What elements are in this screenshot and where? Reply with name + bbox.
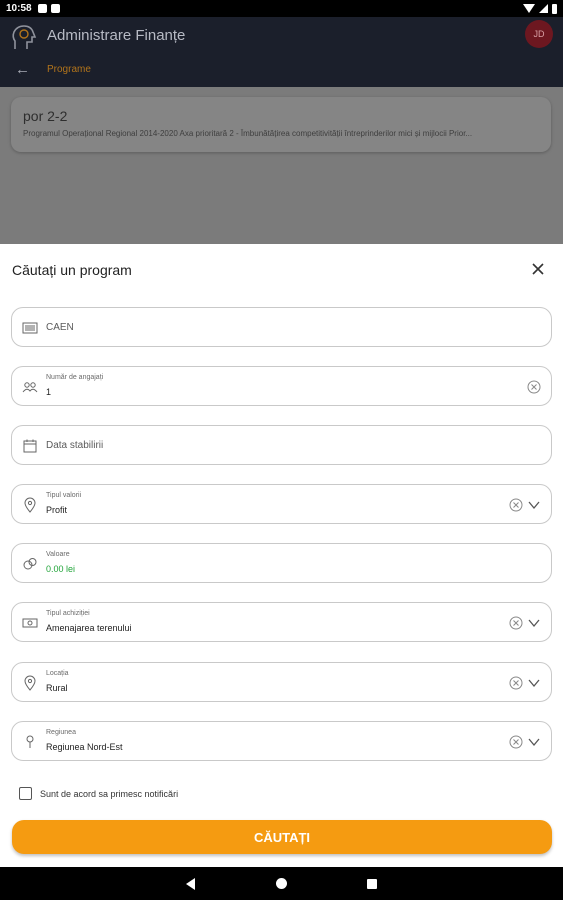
chevron-down-icon[interactable] [528,500,540,510]
acquisition-type-value: Amenajarea terenului [46,623,132,633]
location-field[interactable]: Locația Rural [11,662,552,702]
location-label: Locația [46,670,69,677]
acquisition-type-field[interactable]: Tipul achiziției Amenajarea terenului [11,602,552,642]
app-logo-icon [12,25,37,49]
location-pin-icon [24,497,36,513]
date-placeholder: Data stabilirii [46,440,104,451]
sheet-title: Căutați un program [12,262,132,278]
program-card-subtitle: Programul Operațional Regional 2014-2020… [23,129,473,138]
program-card-title: por 2-2 [23,108,68,124]
chevron-down-icon[interactable] [528,678,540,688]
signal-icon [539,4,548,13]
breadcrumb[interactable]: Programe [47,64,91,75]
people-icon [22,382,38,393]
nav-home-icon[interactable] [276,878,287,889]
program-card[interactable]: por 2-2 Programul Operațional Regional 2… [11,97,551,152]
calendar-icon [23,439,37,453]
close-icon[interactable] [531,262,545,276]
clear-icon[interactable] [509,676,523,690]
back-arrow-icon[interactable]: ← [15,61,30,78]
app-bar: Administrare Finanțe JD ← Programe [0,17,563,87]
clear-icon[interactable] [509,735,523,749]
employees-value: 1 [46,387,52,397]
user-avatar[interactable]: JD [525,20,553,48]
notifications-consent-label: Sunt de acord sa primesc notificări [40,788,179,799]
money-bill-icon [22,618,38,628]
barcode-icon [22,322,38,334]
nav-recents-icon[interactable] [367,879,377,889]
notifications-consent[interactable]: Sunt de acord sa primesc notificări [19,787,178,800]
caen-field[interactable]: CAEN [11,307,552,347]
app-notification-icon [37,4,47,13]
acquisition-type-label: Tipul achiziției [46,610,90,617]
date-field[interactable]: Data stabilirii [11,425,552,465]
location-value: Rural [46,683,68,693]
location-pin-icon [24,675,36,691]
battery-icon [552,3,557,14]
clear-icon[interactable] [509,498,523,512]
nav-back-icon[interactable] [186,878,195,890]
region-value: Regiunea Nord-Est [46,742,123,752]
employees-label: Număr de angajați [46,374,104,381]
value-type-label: Tipul valorii [46,492,82,499]
employees-field[interactable]: Număr de angajați 1 [11,366,552,406]
status-time: 10:58 [6,3,32,14]
program-list: por 2-2 Programul Operațional Regional 2… [0,87,563,244]
storage-notification-icon [50,4,60,13]
region-field[interactable]: Regiunea Regiunea Nord-Est [11,721,552,761]
chevron-down-icon[interactable] [528,618,540,628]
wifi-icon [523,4,535,13]
map-marker-icon [26,735,34,748]
search-sheet: Căutați un program CAEN Număr de angajaț… [0,244,563,867]
region-label: Regiunea [46,729,76,736]
value-field[interactable]: Valoare 0.00 lei [11,543,552,583]
coins-icon [23,558,37,570]
clear-icon[interactable] [509,616,523,630]
app-title: Administrare Finanțe [47,27,186,44]
value-amount: 0.00 lei [46,564,76,574]
clear-icon[interactable] [527,380,541,394]
status-bar: 10:58 [0,0,563,17]
value-type-field[interactable]: Tipul valorii Profit [11,484,552,524]
caen-placeholder: CAEN [46,322,74,333]
system-nav-bar [0,867,563,900]
search-button[interactable]: CĂUTAȚI [12,820,552,854]
chevron-down-icon[interactable] [528,737,540,747]
value-label: Valoare [46,551,70,558]
notifications-checkbox[interactable] [19,787,32,800]
value-type-value: Profit [46,505,68,515]
